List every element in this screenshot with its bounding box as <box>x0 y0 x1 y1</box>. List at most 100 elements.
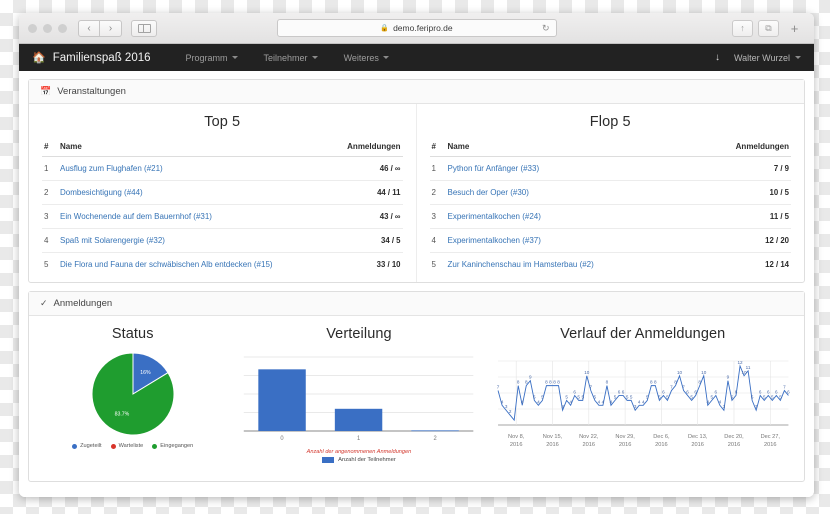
show-tabs-button[interactable]: ⧉ <box>758 19 779 37</box>
line-point-label: 6 <box>766 389 769 394</box>
events-panel: 📅 Veranstaltungen Top 5 # Name Anmeldung… <box>28 79 805 283</box>
table-row: 2 Dombesichtigung (#44) 44 / 11 <box>42 180 403 205</box>
top5-name-cell-5: Die Flora und Fauna der schwäbischen Alb… <box>58 253 330 277</box>
legend-swatch-red <box>110 443 116 449</box>
top5-col-rank: # <box>42 139 58 157</box>
line-point-label: 5 <box>541 394 544 399</box>
brand-title: Familienspaß 2016 <box>52 51 151 64</box>
navbar-links: Programm Teilnehmer Weiteres <box>173 53 402 63</box>
events-panel-body: Top 5 # Name Anmeldungen 1 Ausflug zum F… <box>29 104 804 282</box>
new-tab-button[interactable]: + <box>784 20 805 37</box>
legend-label-eingegangen: Eingegangen <box>160 443 194 449</box>
nav-item-programm[interactable]: Programm <box>173 53 251 63</box>
minimize-window-button[interactable] <box>43 23 52 33</box>
legend-item-eingegangen[interactable]: Eingegangen <box>152 443 193 449</box>
top5-link-4[interactable]: Spaß mit Solarengergie (#32) <box>60 236 165 245</box>
line-point-label: 3 <box>754 404 757 409</box>
flop5-rank-5: 5 <box>431 260 436 269</box>
flop5-name-cell-5: Zur Kaninchenschau im Hamsterbau (#2) <box>446 253 696 277</box>
flop5-name-cell-4: Experimentalkochen (#37) <box>445 228 696 253</box>
brand-link[interactable]: 🏠 Familienspaß 2016 <box>32 51 151 65</box>
flop5-count-2: 10 / 5 <box>695 180 791 205</box>
line-point-label: 6 <box>734 389 737 394</box>
verteilung-xlabel: Anzahl der angenommenen Anmeldungen <box>306 449 412 455</box>
top5-rank-1: 1 <box>42 156 58 181</box>
top5-link-2[interactable]: Dombesichtigung (#44) <box>60 188 143 197</box>
top5-count-1: 46 / ∞ <box>330 156 403 181</box>
line-point-label: 10 <box>584 370 590 375</box>
line-point-label: 6 <box>662 389 665 394</box>
table-row: 4 Experimentalkochen (#37) 12 / 20 <box>429 228 791 253</box>
line-point-label: 4 <box>597 399 600 404</box>
flop5-link-4[interactable]: Experimentalkochen (#37) <box>448 236 541 245</box>
chevron-down-icon <box>231 56 238 59</box>
bar-0[interactable] <box>258 369 307 431</box>
top5-title: Top 5 <box>204 114 241 130</box>
top5-link-3[interactable]: Ein Wochenende auf dem Bauernhof (#31) <box>60 212 212 221</box>
legend-swatch-green <box>152 443 158 449</box>
line-point-label: 6 <box>775 389 778 394</box>
charts-row: Status 16% 83.7% Zugeteilt Warteliste Ei… <box>29 316 804 481</box>
top5-header-row: # Name Anmeldungen <box>42 139 403 157</box>
nav-item-weiteres[interactable]: Weiteres <box>331 53 402 63</box>
user-menu[interactable]: Walter Wurzel <box>734 53 801 63</box>
legend-item-zugeteilt[interactable]: Zugeteilt <box>72 443 102 449</box>
legend-item-warteliste[interactable]: Warteliste <box>110 443 143 449</box>
nav-item-programm-label: Programm <box>185 52 228 63</box>
browser-window: ‹ › 🔒 demo.feripro.de ↻ ↑ ⧉ + 🏠 Familien… <box>19 13 814 497</box>
window-traffic-lights <box>28 23 67 33</box>
pie-slice-label: 16% <box>140 370 151 376</box>
share-button[interactable]: ↑ <box>732 19 753 37</box>
table-row: 3 Ein Wochenende auf dem Bauernhof (#31)… <box>42 204 403 229</box>
line-point-label: 5 <box>710 394 713 399</box>
verlauf-chart-title: Verlauf der Anmeldungen <box>560 326 726 342</box>
line-point-label: 5 <box>750 394 753 399</box>
reload-icon[interactable]: ↻ <box>542 23 550 34</box>
flop5-name-cell-2: Besuch der Oper (#30) <box>445 180 696 205</box>
plus-icon: + <box>790 20 799 36</box>
line-point-label: 4 <box>601 399 604 404</box>
download-icon[interactable]: ↓ <box>715 52 720 63</box>
nav-item-weiteres-label: Weiteres <box>343 52 379 63</box>
line-xtick-date: Nov 8, <box>508 434 525 440</box>
flop5-link-1[interactable]: Python für Anfänger (#33) <box>448 164 540 173</box>
top5-name-cell-2: Dombesichtigung (#44) <box>58 180 331 205</box>
bar-1[interactable] <box>335 408 383 431</box>
line-point-label: 5 <box>690 394 693 399</box>
line-point-label: 8 <box>605 380 608 385</box>
line-point-label: 4 <box>637 399 640 404</box>
line-point-label: 5 <box>645 394 648 399</box>
line-point-label: 6 <box>758 389 761 394</box>
line-xtick-date: Nov 29, <box>615 434 635 440</box>
top5-link-5[interactable]: Die Flora und Fauna der schwäbischen Alb… <box>60 260 273 269</box>
pie-canvas: 16% 83.7% <box>39 351 226 437</box>
forward-button[interactable]: › <box>100 19 122 37</box>
top5-link-1[interactable]: Ausflug zum Flughafen (#21) <box>60 164 163 173</box>
top5-rank-4: 4 <box>42 228 58 253</box>
line-xtick-date: Dec 13, <box>687 434 707 440</box>
flop5-link-2[interactable]: Besuch der Oper (#30) <box>448 188 529 197</box>
chevron-down-icon <box>795 56 801 59</box>
bar-svg: 0 1 2 <box>244 356 474 442</box>
line-xtick-date: Dec 6, <box>653 434 670 440</box>
maximize-window-button[interactable] <box>58 23 67 33</box>
top5-rank-3: 3 <box>42 204 58 229</box>
pie-slice-label: 83.7% <box>114 412 129 418</box>
browser-chrome-bar: ‹ › 🔒 demo.feripro.de ↻ ↑ ⧉ + <box>19 13 814 44</box>
flop5-link-5[interactable]: Zur Kaninchenschau im Hamsterbau (#2) <box>448 260 594 269</box>
flop5-title: Flop 5 <box>589 114 631 130</box>
line-point-label: 11 <box>745 365 750 370</box>
nav-item-teilnehmer[interactable]: Teilnehmer <box>251 53 331 63</box>
app-navbar: 🏠 Familienspaß 2016 Programm Teilnehmer … <box>19 44 814 71</box>
status-chart-title: Status <box>111 326 154 342</box>
line-point-label: 5 <box>577 394 580 399</box>
back-button[interactable]: ‹ <box>78 19 100 37</box>
close-window-button[interactable] <box>28 23 37 33</box>
line-xtick-date: Nov 22, <box>579 434 599 440</box>
flop5-link-3[interactable]: Experimentalkochen (#24) <box>448 212 541 221</box>
address-bar[interactable]: 🔒 demo.feripro.de ↻ <box>276 19 557 37</box>
registrations-panel: ✓ Anmeldungen Status 16% 83.7% Zugeteilt <box>28 291 805 482</box>
flop5-table: # Name Anmeldungen 1 Python für Anfänger… <box>429 139 791 277</box>
bar-2[interactable] <box>411 430 460 432</box>
sidebar-toggle-button[interactable] <box>131 19 157 37</box>
